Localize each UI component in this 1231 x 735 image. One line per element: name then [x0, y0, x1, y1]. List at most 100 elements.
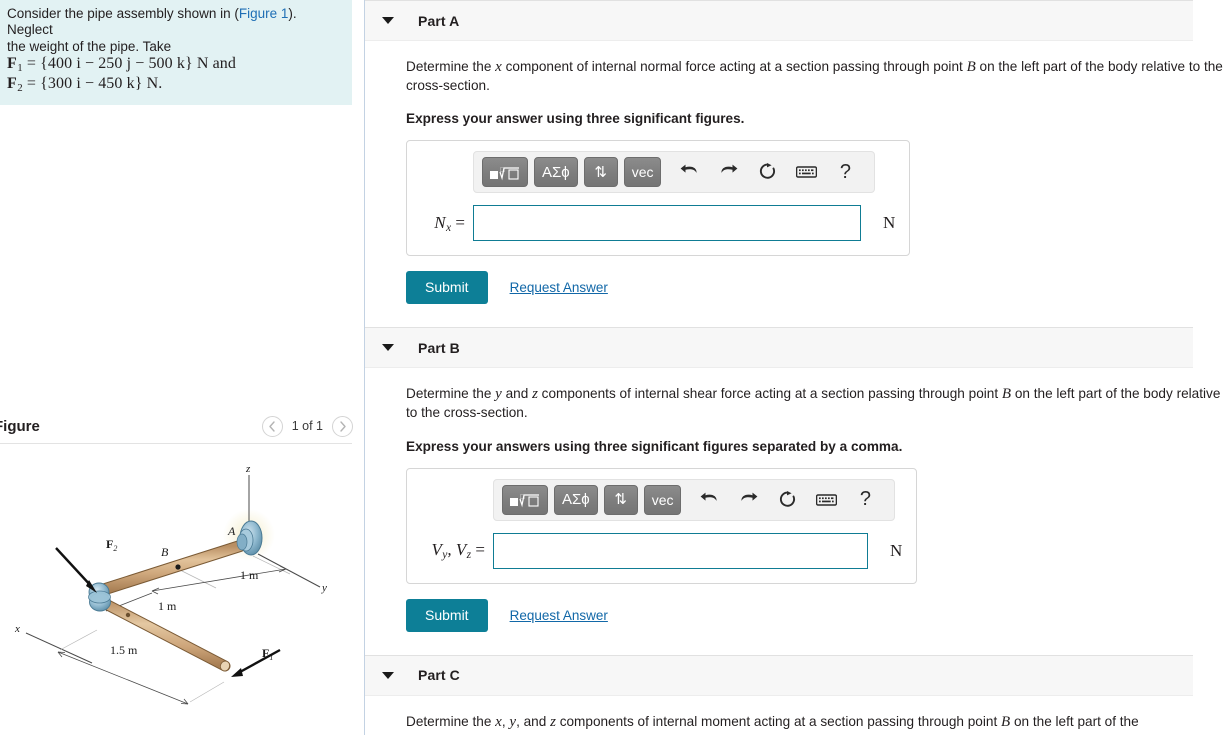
- figure-link[interactable]: Figure 1: [239, 6, 289, 21]
- part-c-q-var-x: x: [495, 713, 502, 730]
- part-b-instruction: Express your answers using three signifi…: [406, 438, 903, 454]
- part-a-submit-button[interactable]: Submit: [406, 271, 488, 305]
- part-b-answer-input[interactable]: [493, 532, 868, 569]
- redo-icon[interactable]: [711, 158, 745, 186]
- vector-button[interactable]: vec: [643, 484, 682, 515]
- figure-page-count: 1 of 1: [291, 419, 323, 433]
- updown-arrows-icon[interactable]: ⇅: [603, 484, 638, 515]
- part-b-q-pre: Determine the: [406, 386, 496, 402]
- greek-symbols-button[interactable]: ΑΣϕ: [534, 157, 578, 188]
- chevron-right-icon: [339, 420, 346, 432]
- part-a-answer-input[interactable]: [473, 205, 861, 242]
- redo-glyph: [741, 492, 758, 501]
- part-a-header[interactable]: Part A: [365, 0, 1193, 41]
- part-c-body: Determine the x, y, and z components of …: [365, 696, 1231, 735]
- vector-button[interactable]: vec: [623, 157, 662, 188]
- label-axis-y: y: [321, 582, 327, 594]
- help-icon[interactable]: ?: [828, 158, 862, 186]
- figure-header: Figure 1 of 1: [0, 408, 365, 444]
- updown-arrows-icon[interactable]: ⇅: [583, 157, 618, 188]
- part-c-question: Determine the x, y, and z components of …: [406, 712, 1166, 735]
- figure-diagram: z y x A B F2 F1 1 m 1 m 1.5 m: [0, 460, 360, 710]
- label-dim-1m-left: 1 m: [158, 599, 177, 613]
- part-b-actions: Submit Request Answer: [406, 598, 1231, 632]
- part-c-q-mid: components of internal moment acting at …: [555, 713, 1002, 729]
- part-c-q-pre: Determine the: [406, 713, 496, 729]
- reset-icon[interactable]: [750, 158, 784, 186]
- part-b-answer-row: Vy, Vz = N: [421, 532, 903, 569]
- part-b-question: Determine the y and z components of inte…: [406, 384, 1231, 422]
- force-f2-arrow: [55, 547, 97, 593]
- part-b-q-mid: components of internal shear force actin…: [537, 386, 1002, 402]
- keyboard-icon[interactable]: [809, 486, 843, 514]
- help-icon[interactable]: ?: [848, 486, 882, 514]
- part-a-q-var-x: x: [495, 59, 502, 75]
- caret-down-icon[interactable]: [382, 671, 394, 679]
- redo-icon[interactable]: [731, 486, 765, 514]
- part-b-answer-label: Vy, Vz =: [431, 539, 485, 562]
- part-b-q-and: and: [501, 386, 533, 402]
- part-b-unit: N: [890, 540, 903, 560]
- label-force-f2: F2: [106, 537, 117, 553]
- part-a-q-pre: Determine the: [406, 59, 496, 74]
- part-a-body: Determine the x component of internal no…: [365, 41, 1231, 305]
- force2-body: = {300 i − 450 k} N.: [26, 75, 163, 93]
- part-b-q-var-b: B: [1001, 386, 1012, 403]
- figure-prev-button[interactable]: [261, 415, 283, 437]
- part-b-label-eq: =: [475, 539, 485, 559]
- undo-icon[interactable]: [692, 486, 726, 514]
- part-b-q-var-y: y: [495, 386, 502, 403]
- problem-statement: Consider the pipe assembly shown in (Fig…: [0, 0, 352, 106]
- part-b-label-sub2: z: [466, 548, 472, 562]
- caret-down-icon[interactable]: [382, 17, 394, 24]
- problem-text-part1: Consider the pipe assembly shown in (: [7, 6, 239, 21]
- part-a-label-eq: =: [455, 212, 465, 232]
- reset-glyph: [759, 163, 775, 180]
- part-a-label-sub: x: [446, 220, 452, 234]
- part-b-body: Determine the y and z components of inte…: [365, 368, 1231, 632]
- problem-text-line2: the weight of the pipe. Take: [7, 38, 172, 54]
- part-a-q-mid: component of internal normal force actin…: [501, 59, 967, 74]
- problem-equation-2: F2 = {300 i − 450 k} N.: [7, 75, 342, 95]
- greek-symbols-button[interactable]: ΑΣϕ: [554, 484, 598, 515]
- reset-icon[interactable]: [770, 486, 804, 514]
- figure-next-button[interactable]: [332, 415, 353, 437]
- template-math-icon[interactable]: □: [482, 157, 528, 188]
- point-b-marker: [175, 564, 181, 570]
- part-b-submit-button[interactable]: Submit: [406, 598, 488, 632]
- label-force-f1: F1: [262, 646, 273, 662]
- part-a-unit: N: [883, 213, 896, 233]
- pipe-mid-tick: [125, 612, 131, 618]
- reset-glyph: [779, 490, 795, 507]
- part-a-label-sym: N: [434, 212, 446, 232]
- figure-title: Figure: [0, 417, 40, 435]
- label-axis-x: x: [14, 623, 20, 635]
- pipe-assembly-svg: z y x A B F2 F1 1 m 1 m 1.5 m: [14, 463, 327, 705]
- undo-icon[interactable]: [672, 158, 706, 186]
- part-a-request-answer-link[interactable]: Request Answer: [510, 280, 608, 295]
- force1-symbol: F: [7, 55, 17, 73]
- part-b-label-sub1: y: [442, 548, 448, 562]
- problem-text-line1: Consider the pipe assembly shown in (Fig…: [7, 6, 342, 39]
- part-a-answer-label: Nx =: [421, 213, 465, 234]
- part-c-header[interactable]: Part C: [365, 654, 1193, 696]
- part-c-title: Part C: [418, 667, 460, 684]
- part-a-title: Part A: [418, 12, 460, 29]
- part-a-answer-box: □ ΑΣϕ ⇅ vec ? Nx = N: [406, 140, 911, 257]
- part-a-answer-row: Nx = N: [421, 205, 896, 242]
- part-a-math-toolbar: □ ΑΣϕ ⇅ vec ?: [473, 151, 876, 194]
- part-b-request-answer-link[interactable]: Request Answer: [510, 608, 608, 623]
- keyboard-icon[interactable]: [789, 158, 823, 186]
- caret-down-icon[interactable]: [382, 344, 394, 352]
- part-b-title: Part B: [418, 339, 460, 356]
- part-b-header[interactable]: Part B: [365, 327, 1193, 369]
- part-a-q-var-b: B: [966, 59, 976, 75]
- force1-subscript: 1: [17, 62, 23, 75]
- label-point-b: B: [161, 545, 169, 559]
- chevron-left-icon: [269, 420, 275, 432]
- template-math-icon[interactable]: □: [502, 484, 548, 515]
- dim-arrow-15m: [57, 651, 189, 705]
- force2-symbol: F: [7, 75, 17, 93]
- undo-glyph: [680, 164, 697, 174]
- template-math-glyph: □: [510, 493, 539, 508]
